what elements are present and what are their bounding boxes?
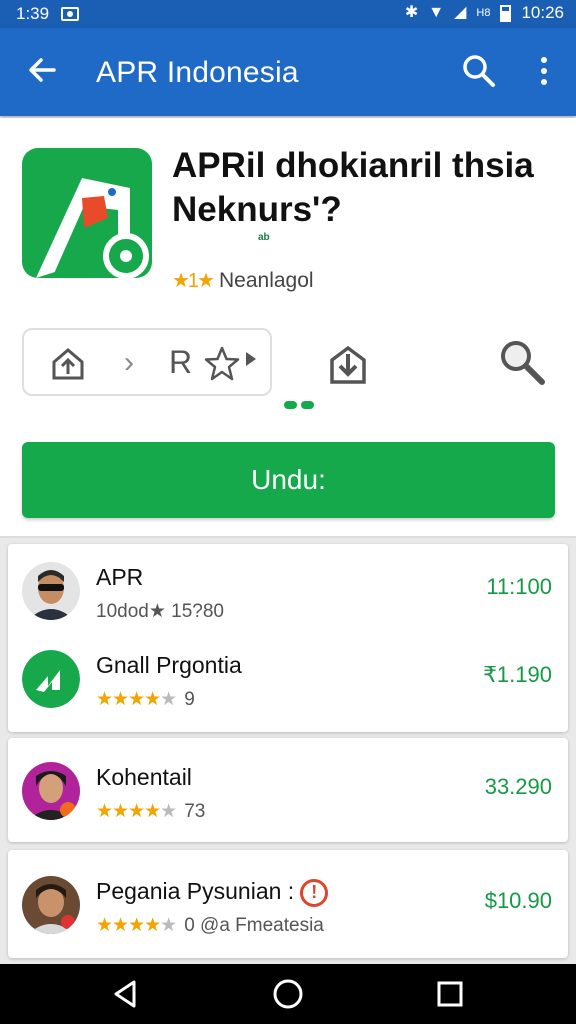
item-meta: 73 <box>184 800 206 822</box>
home-action-button[interactable] <box>48 344 88 384</box>
item-subtext: 10dod★ 15?80 <box>96 600 224 623</box>
item-price: $10.90 <box>484 888 552 913</box>
status-bar: 1:39 ✱ ▼ ◢ H8 10:26 <box>0 0 576 28</box>
list-card: Kohentail ★★★★★ 73 33.290 <box>8 738 568 842</box>
status-time: 10:26 <box>521 3 564 22</box>
item-rating-stars: ★★★★★ <box>96 915 177 936</box>
nav-back-button[interactable] <box>110 978 142 1010</box>
avatar <box>22 562 80 620</box>
install-button[interactable]: Undu: <box>22 442 555 518</box>
dot-icon <box>541 79 547 85</box>
item-name: APR <box>96 564 144 590</box>
square-recents-icon <box>437 981 463 1007</box>
back-button[interactable] <box>22 50 62 90</box>
chevron-right-icon: › <box>124 346 134 379</box>
page-indicator <box>284 401 314 409</box>
indicator-dot <box>284 401 297 409</box>
list-card: APR 10dod★ 15?80 11:100 Gnall Prgontia ★… <box>8 544 568 732</box>
indicator-dot <box>301 401 314 409</box>
avatar <box>22 876 80 934</box>
warning-icon: ! <box>300 878 329 907</box>
system-nav-bar <box>0 964 576 1024</box>
item-name: Gnall Prgontia <box>96 652 242 678</box>
download-button[interactable] <box>324 340 372 388</box>
home-upload-icon <box>52 348 84 380</box>
list-card: Pegania Pysunian :! ★★★★★ 0 @a Fmeatesia… <box>8 850 568 958</box>
item-price: 33.290 <box>484 774 552 799</box>
zoom-button[interactable] <box>496 336 548 388</box>
app-bar: APR Indonesia <box>0 28 576 116</box>
avatar <box>22 650 80 708</box>
nav-home-button[interactable] <box>272 978 304 1010</box>
item-name: Kohentail <box>96 764 192 790</box>
nav-recents-button[interactable] <box>434 978 466 1010</box>
wifi-icon: ▼ <box>428 4 445 21</box>
app-detail-card: APRil dhokianril thsia Neknurs'? ab ★1★ … <box>0 118 576 538</box>
list-item[interactable]: Kohentail ★★★★★ 73 33.290 <box>8 744 568 834</box>
item-name: Pegania Pysunian :! <box>96 878 329 907</box>
list-item[interactable]: Pegania Pysunian :! ★★★★★ 0 @a Fmeatesia… <box>8 858 568 948</box>
item-name-text: Pegania Pysunian : <box>96 878 295 904</box>
play-arrow-icon <box>246 352 256 366</box>
signal-icon: ◢ <box>454 4 467 21</box>
item-meta: 0 @a Fmeatesia <box>184 914 324 936</box>
action-bar: › R <box>22 328 272 396</box>
item-price: 11:100 <box>486 574 552 599</box>
avatar <box>22 762 80 820</box>
list-item[interactable]: Gnall Prgontia ★★★★★ 9 ₹1.190 <box>8 632 568 722</box>
dot-icon <box>541 57 547 63</box>
circle-home-icon <box>273 979 303 1009</box>
status-time-left: 1:39 <box>16 4 50 23</box>
page-title: APR Indonesia <box>96 56 299 89</box>
app-logo-icon <box>22 148 152 278</box>
item-rating-stars: ★★★★★ <box>96 689 177 710</box>
star-icon[interactable] <box>202 344 242 384</box>
dot-icon <box>541 68 547 74</box>
search-button[interactable] <box>458 50 500 92</box>
item-price: ₹1.190 <box>482 662 552 687</box>
rating-text: Neanlagol <box>218 268 314 292</box>
rating-stars: ★1★ <box>172 270 215 292</box>
item-subtext: ★★★★★ 9 <box>96 688 195 711</box>
item-subtext: ★★★★★ 73 <box>96 800 205 823</box>
action-r-label: R <box>169 344 193 380</box>
search-icon <box>463 55 495 87</box>
battery-icon <box>500 4 512 22</box>
triangle-back-icon <box>114 980 136 1008</box>
image-notification-icon <box>61 7 80 21</box>
item-meta: 10dod★ 15?80 <box>96 601 224 622</box>
magnifier-icon <box>501 341 545 385</box>
more-options-button[interactable] <box>526 50 562 92</box>
network-type: H8 <box>476 6 491 19</box>
item-subtext: ★★★★★ 0 @a Fmeatesia <box>96 914 324 937</box>
item-rating-stars: ★★★★★ <box>96 801 177 822</box>
app-rating: ★1★ Neanlagol <box>172 268 314 293</box>
app-sub-label: ab <box>258 232 270 243</box>
bluetooth-icon: ✱ <box>404 4 419 21</box>
arrow-back-icon <box>29 58 56 82</box>
app-name: APRil dhokianril thsia Neknurs'? <box>172 146 534 229</box>
download-icon <box>330 345 366 384</box>
list-item[interactable]: APR 10dod★ 15?80 11:100 <box>8 544 568 634</box>
item-meta: 9 <box>184 688 195 710</box>
